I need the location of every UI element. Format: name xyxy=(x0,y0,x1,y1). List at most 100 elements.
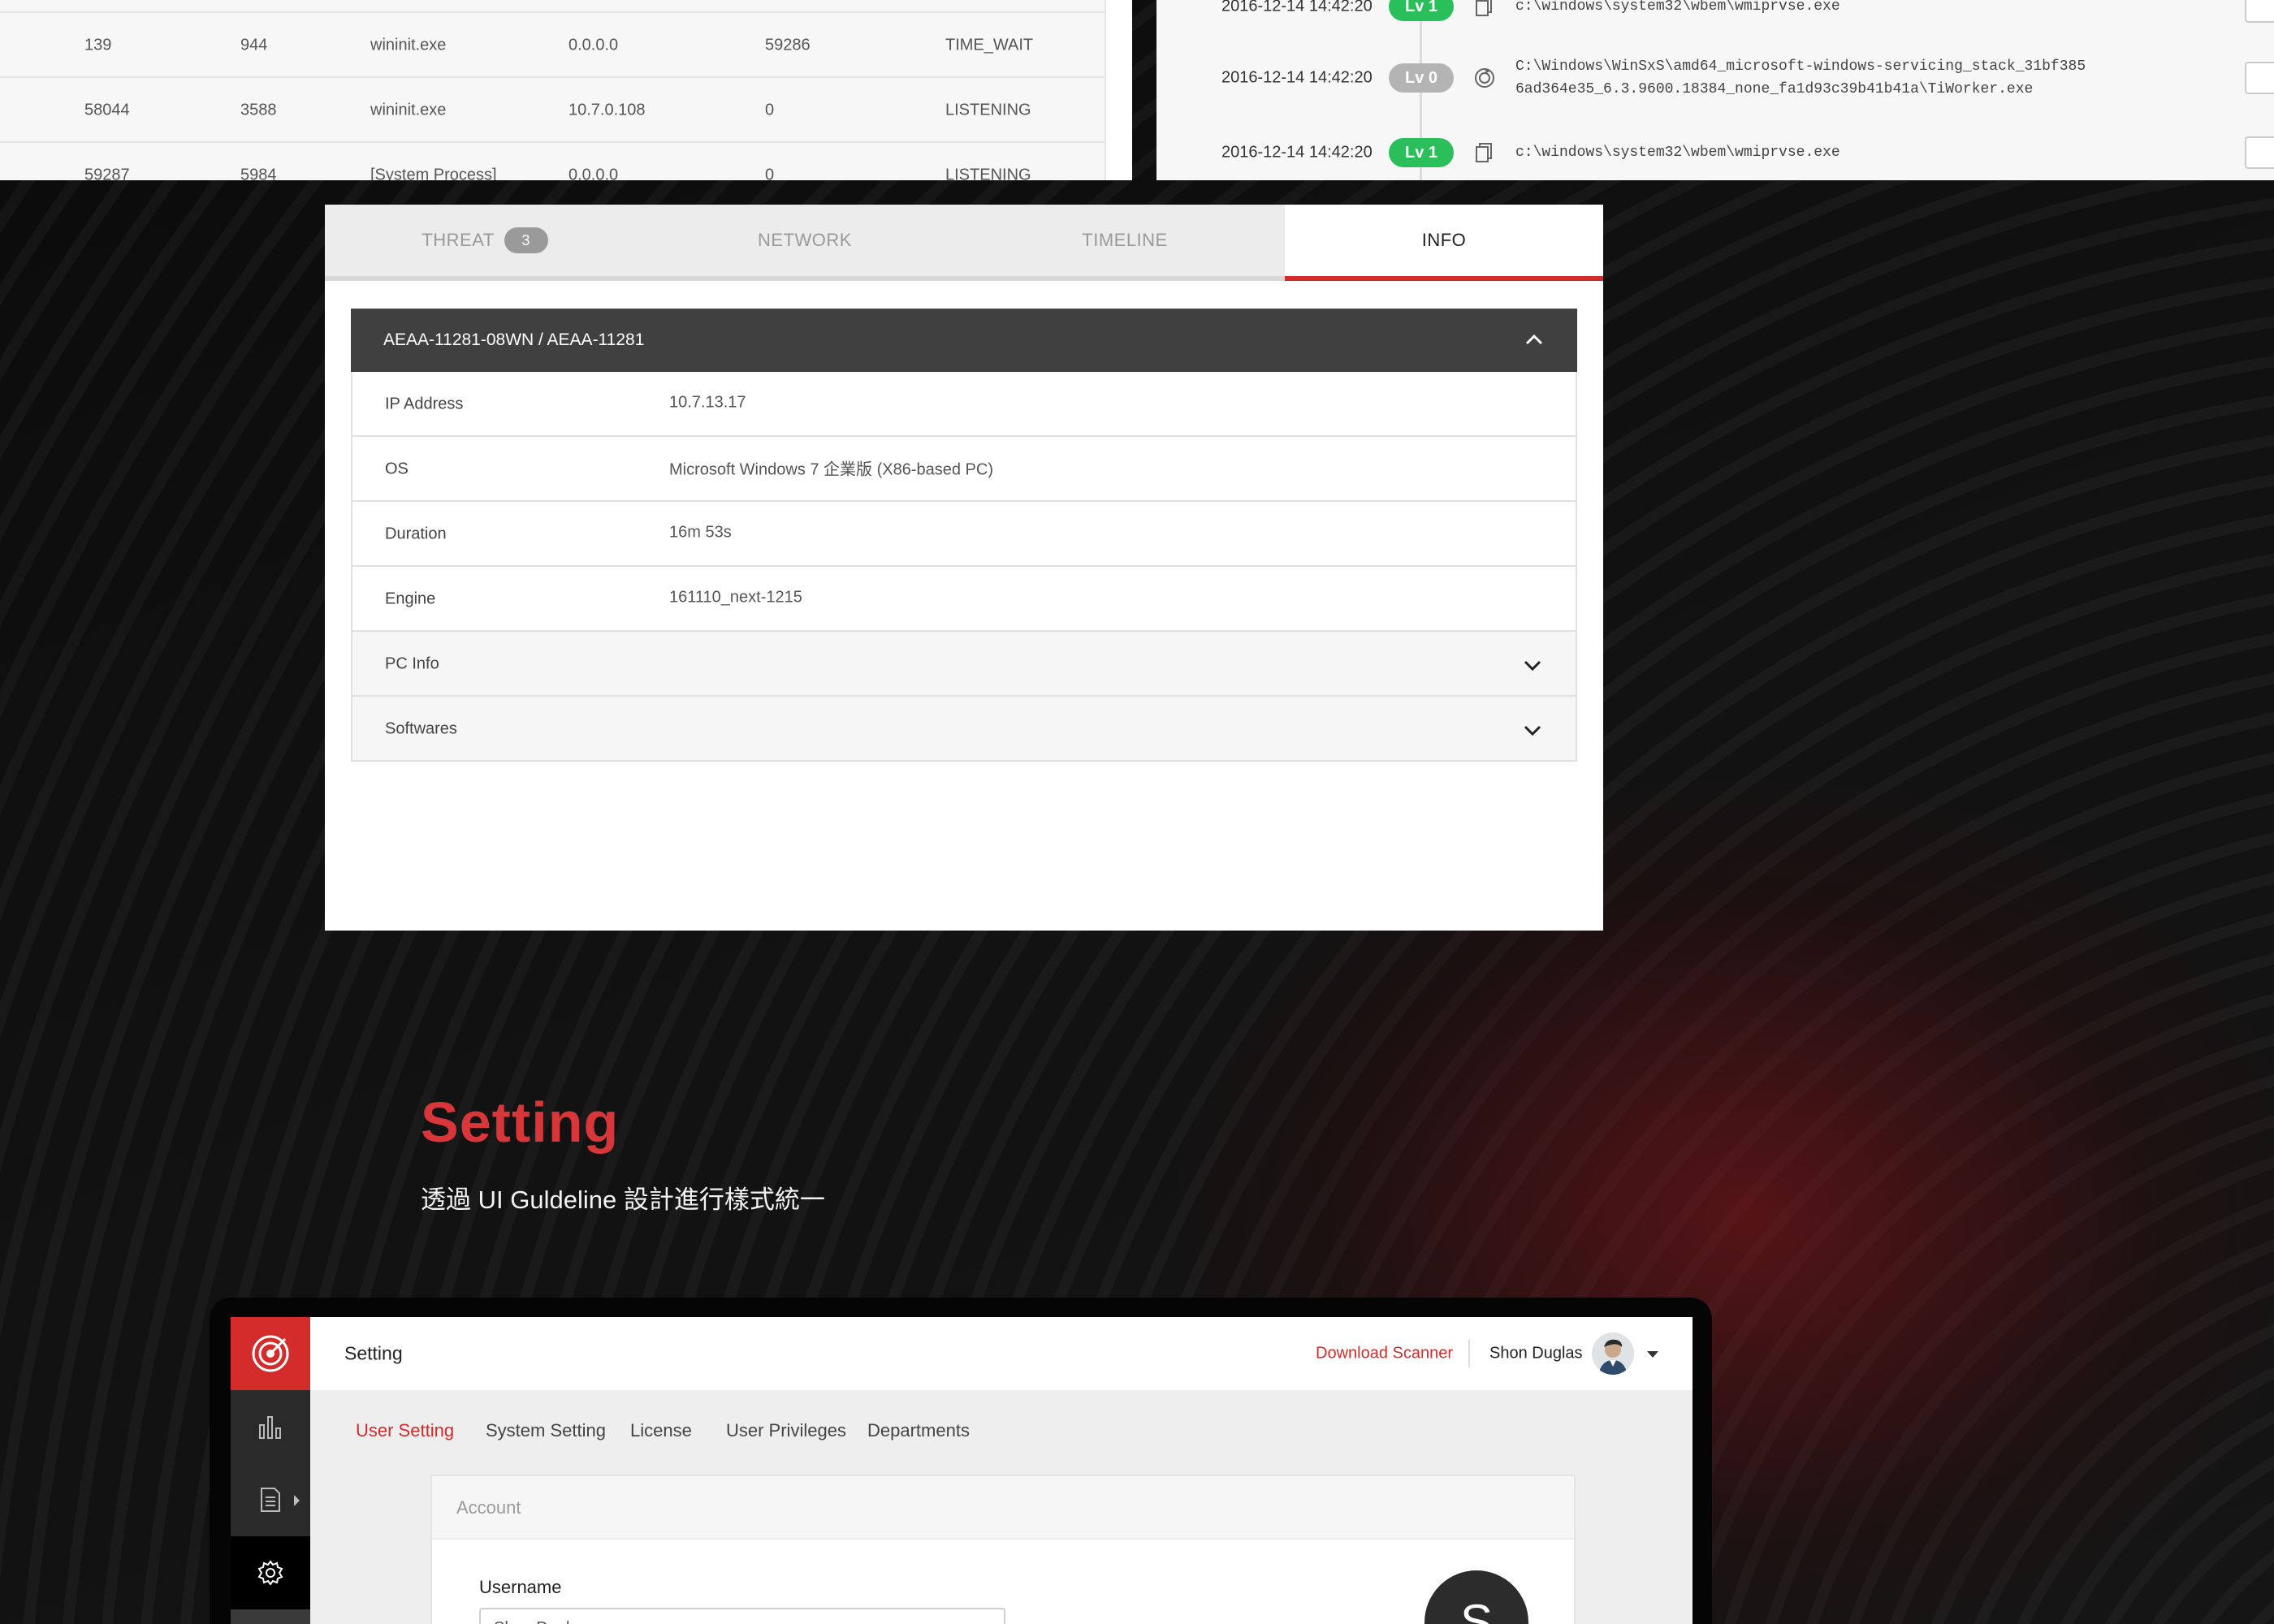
chevron-up-icon[interactable] xyxy=(1524,330,1545,351)
tab-label: TIMELINE xyxy=(1082,230,1168,250)
info-row-os: OS Microsoft Windows 7 企業版 (X86-based PC… xyxy=(351,437,1577,502)
table-row[interactable]: 58044 3588 wininit.exe 10.7.0.108 0 LIST… xyxy=(0,76,1105,141)
tab-bar: THREAT 3 NETWORK TIMELINE INFO xyxy=(325,205,1603,281)
process-path: C:\Windows\WinSxS\amd64_microsoft-window… xyxy=(1515,55,2086,101)
field-key: OS xyxy=(385,460,409,478)
row-checkbox[interactable] xyxy=(2245,0,2274,23)
tab-label: INFO xyxy=(1421,230,1467,250)
table-cell: TIME_WAIT xyxy=(945,36,1034,54)
table-cell: LISTENING xyxy=(945,166,1031,181)
section-subtitle: 透過 UI Guldeline 設計進行樣式統一 xyxy=(421,1186,825,1214)
account-panel: Account Username S xyxy=(430,1475,1576,1624)
table-cell: 139 xyxy=(84,36,112,54)
tab-departments[interactable]: Departments xyxy=(867,1420,970,1441)
tab-threat[interactable]: THREAT 3 xyxy=(325,205,645,281)
process-path: c:\windows\system32\wbem\wmiprvse.exe xyxy=(1515,0,1840,15)
level-badge: Lv 1 xyxy=(1389,138,1454,167)
timeline-panel: 2016-12-14 14:42:20 Lv 1 c:\windows\syst… xyxy=(1156,0,2274,180)
info-row-duration: Duration 16m 53s xyxy=(351,502,1577,567)
field-key: Duration xyxy=(385,525,447,543)
table-cell: 5984 xyxy=(240,166,277,181)
tab-user-privileges[interactable]: User Privileges xyxy=(726,1420,846,1441)
row-checkbox[interactable] xyxy=(2245,136,2274,169)
table-cell: [System Process] xyxy=(370,166,497,181)
field-value: Microsoft Windows 7 企業版 (X86-based PC) xyxy=(669,460,994,479)
profile-avatar[interactable]: S xyxy=(1424,1570,1528,1624)
radar-logo-icon xyxy=(252,1335,289,1372)
timeline-time: 2016-12-14 14:42:20 xyxy=(1221,0,1373,15)
table-cell: 59287 xyxy=(84,166,130,181)
timeline-entry[interactable]: 2016-12-14 14:42:20 Lv 1 c:\windows\syst… xyxy=(1156,120,2274,180)
top-bar: Setting Download Scanner Shon Duglas xyxy=(310,1317,1693,1390)
count-badge: 3 xyxy=(504,227,548,253)
table-cell: 58044 xyxy=(84,101,130,119)
section-pc-info[interactable]: PC Info xyxy=(351,632,1577,697)
sidebar-item-reports[interactable] xyxy=(231,1463,310,1536)
download-scanner-link[interactable]: Download Scanner xyxy=(1316,1345,1453,1363)
tab-license[interactable]: License xyxy=(630,1420,692,1441)
table-cell: 0.0.0.0 xyxy=(568,36,619,54)
settings-app: Setting Download Scanner Shon Duglas Use… xyxy=(231,1317,1693,1624)
process-path-line: C:\Windows\WinSxS\amd64_microsoft-window… xyxy=(1515,58,2086,75)
info-row-ip: IP Address 10.7.13.17 xyxy=(351,372,1577,437)
page-title: Setting xyxy=(344,1342,403,1364)
section-softwares[interactable]: Softwares xyxy=(351,697,1577,762)
field-value: 16m 53s xyxy=(669,523,732,542)
timeline-time: 2016-12-14 14:42:20 xyxy=(1221,68,1373,87)
process-path: c:\windows\system32\wbem\wmiprvse.exe xyxy=(1515,145,1840,161)
tab-info[interactable]: INFO xyxy=(1285,205,1603,281)
section-label: PC Info xyxy=(385,654,439,673)
timeline-time: 2016-12-14 14:42:20 xyxy=(1221,143,1373,162)
network-table-panel: 139 944 wininit.exe 0.0.0.0 59286 TIME_W… xyxy=(0,0,1132,180)
user-name[interactable]: Shon Duglas xyxy=(1489,1345,1583,1363)
row-checkbox[interactable] xyxy=(2245,62,2274,94)
info-row-engine: Engine 161110_next-1215 xyxy=(351,567,1577,632)
tab-timeline[interactable]: TIMELINE xyxy=(965,205,1285,281)
username-field[interactable] xyxy=(479,1608,1005,1624)
sidebar-item-dashboard[interactable] xyxy=(231,1390,310,1463)
sidebar-item-settings[interactable] xyxy=(231,1536,310,1609)
app-logo[interactable] xyxy=(231,1317,310,1390)
table-cell: 10.7.0.108 xyxy=(568,101,646,119)
field-key: Engine xyxy=(385,590,436,608)
table-cell: 0 xyxy=(765,166,775,181)
table-row[interactable]: 139 944 wininit.exe 0.0.0.0 59286 TIME_W… xyxy=(0,11,1105,76)
dropdown-caret-icon[interactable] xyxy=(1647,1351,1658,1358)
section-title: Setting xyxy=(421,1091,620,1154)
document-icon xyxy=(261,1488,280,1512)
info-card: THREAT 3 NETWORK TIMELINE INFO AEAA-1128… xyxy=(325,205,1603,931)
accordion-header[interactable]: AEAA-11281-08WN / AEAA-11281 xyxy=(351,309,1577,372)
divider xyxy=(1468,1340,1470,1367)
table-cell: 0 xyxy=(765,101,775,119)
tab-label: NETWORK xyxy=(758,230,852,250)
panel-title: Account xyxy=(456,1497,521,1518)
gear-icon xyxy=(257,1560,283,1586)
timeline-entry[interactable]: 2016-12-14 14:42:20 Lv 0 C:\Windows\WinS… xyxy=(1156,45,2274,110)
tab-user-setting[interactable]: User Setting xyxy=(356,1420,454,1441)
tab-network[interactable]: NETWORK xyxy=(645,205,965,281)
avatar[interactable] xyxy=(1592,1332,1634,1375)
file-copy-icon xyxy=(1476,0,1492,16)
table-cell: wininit.exe xyxy=(370,36,447,54)
host-title: AEAA-11281-08WN / AEAA-11281 xyxy=(383,330,645,349)
caret-right-icon xyxy=(294,1495,300,1506)
table-cell: 944 xyxy=(240,36,268,54)
field-value: 10.7.13.17 xyxy=(669,393,746,412)
scrollbar[interactable] xyxy=(1105,0,1132,180)
bar-chart-icon xyxy=(259,1416,281,1439)
chevron-down-icon[interactable] xyxy=(1522,654,1543,676)
table-row[interactable]: 59287 5984 [System Process] 0.0.0.0 0 LI… xyxy=(0,141,1105,180)
tab-label: THREAT xyxy=(422,230,495,250)
sidebar-item-more[interactable] xyxy=(231,1609,310,1624)
level-badge: Lv 0 xyxy=(1389,63,1454,93)
section-label: Softwares xyxy=(385,719,457,738)
field-value: 161110_next-1215 xyxy=(669,588,802,607)
username-label: Username xyxy=(479,1577,562,1597)
panel-header: Account xyxy=(432,1476,1574,1540)
tab-system-setting[interactable]: System Setting xyxy=(486,1420,606,1441)
field-key: IP Address xyxy=(385,395,464,413)
timeline-entry[interactable]: 2016-12-14 14:42:20 Lv 1 c:\windows\syst… xyxy=(1156,0,2274,39)
chevron-down-icon[interactable] xyxy=(1522,719,1543,741)
sidebar xyxy=(231,1317,310,1624)
table-cell: wininit.exe xyxy=(370,101,447,119)
